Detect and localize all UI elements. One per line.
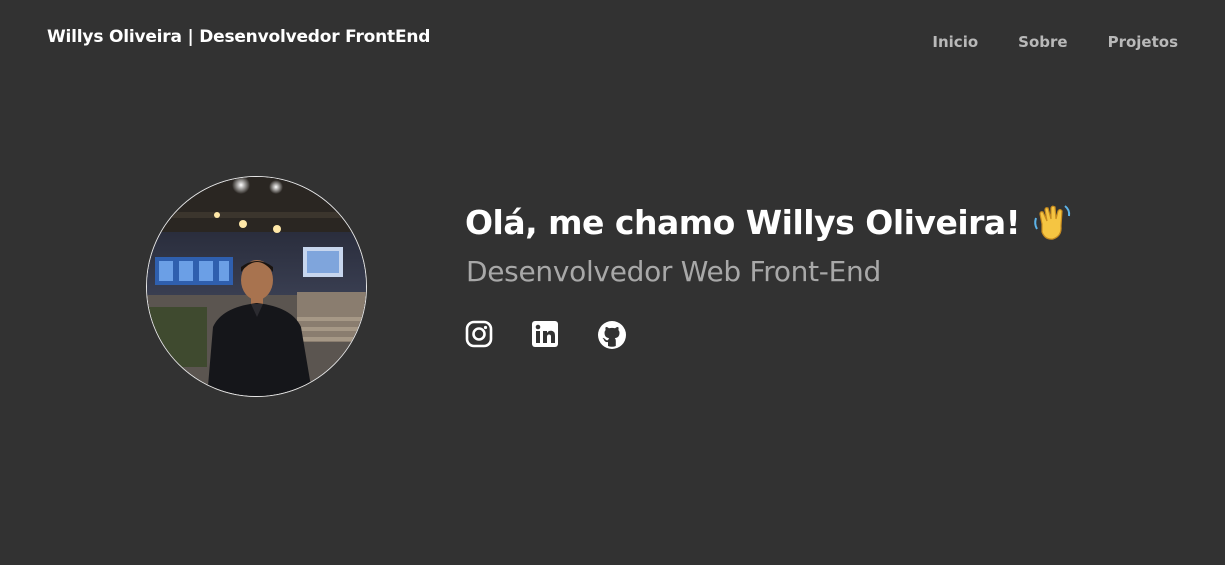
hero-subtitle: Desenvolvedor Web Front-End <box>466 255 881 288</box>
nav-link-sobre[interactable]: Sobre <box>1018 33 1067 51</box>
github-icon <box>598 321 626 349</box>
linkedin-icon <box>532 321 558 347</box>
page: Willys Oliveira | Desenvolvedor FrontEnd… <box>0 0 1225 565</box>
profile-photo <box>146 176 367 397</box>
brand-title[interactable]: Willys Oliveira | Desenvolvedor FrontEnd <box>47 27 430 47</box>
instagram-icon <box>465 320 493 348</box>
nav-link-inicio[interactable]: Inicio <box>932 33 978 51</box>
instagram-link[interactable] <box>465 320 493 348</box>
linkedin-link[interactable] <box>531 320 559 348</box>
social-links <box>465 320 626 349</box>
hero-heading: Olá, me chamo Willys Oliveira! <box>465 202 1072 242</box>
main-nav: Inicio Sobre Projetos <box>932 33 1178 51</box>
nav-link-projetos[interactable]: Projetos <box>1108 33 1178 51</box>
hero-heading-text: Olá, me chamo Willys Oliveira! <box>465 202 1021 242</box>
waving-hand-icon <box>1032 202 1072 242</box>
github-link[interactable] <box>597 320 626 349</box>
